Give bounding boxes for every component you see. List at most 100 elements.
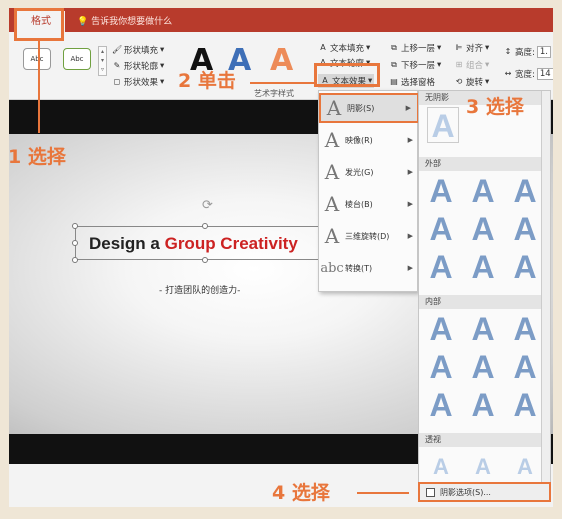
highlight-format-tab	[14, 8, 64, 41]
height-value[interactable]: 1.	[536, 46, 551, 58]
bevel-icon: A	[324, 192, 340, 216]
shadow-inner-option[interactable]: A	[509, 311, 541, 347]
resize-handle[interactable]	[202, 223, 208, 229]
selection-pane-label: 选择窗格	[401, 78, 436, 88]
wordart-style-orange[interactable]: A	[270, 46, 293, 76]
send-backward-button[interactable]: ⧉ 下移一层 ▾	[389, 59, 441, 71]
menu-item-transform[interactable]: abc 转换(T) ▶	[319, 253, 419, 283]
lightbulb-icon: 💡	[77, 17, 89, 27]
ribbon-tab-bar: 格式 💡 告诉我你想要做什么	[9, 8, 553, 32]
shadow-inner-option[interactable]: A	[467, 387, 499, 423]
align-button[interactable]: ⊫ 对齐 ▾	[454, 42, 490, 54]
width-field[interactable]: ↔ 宽度: 14	[503, 68, 553, 80]
shadow-outer-option[interactable]: A	[425, 211, 457, 247]
rotate-handle-icon[interactable]: ⟳	[202, 198, 213, 213]
selection-pane-button[interactable]: ▤ 选择窗格	[389, 76, 435, 88]
menu-item-bevel[interactable]: A 棱台(B) ▶	[319, 189, 419, 219]
outer-header: 外部	[419, 157, 544, 171]
wordart-group-label: 艺术字样式	[254, 89, 294, 98]
menu-item-3d-rotation-label: 三维旋转(D)	[345, 231, 390, 241]
rotate-label: 旋转	[466, 78, 484, 88]
slide-title-red: Group Creativity	[164, 234, 298, 253]
text-effects-menu: A 阴影(S) ▶ A 映像(R) ▶ A 发光(G) ▶ A 棱台(B) ▶ A 三维旋转(D)…	[318, 90, 419, 292]
shadow-inner-option[interactable]: A	[509, 387, 541, 423]
shape-effects-icon: ◻	[113, 77, 121, 86]
shadow-inner-option[interactable]: A	[467, 311, 499, 347]
shadow-options-item[interactable]: 阴影选项(S)...	[418, 482, 551, 502]
text-fill-icon: A	[320, 43, 326, 52]
shadow-none-option[interactable]: A	[427, 107, 459, 144]
resize-handle[interactable]	[202, 257, 208, 263]
send-backward-label: 下移一层	[401, 61, 436, 71]
shadow-inner-option[interactable]: A	[467, 349, 499, 385]
annotation-step2: 2 单击	[178, 70, 236, 92]
shadow-outer-option[interactable]: A	[467, 211, 499, 247]
shape-style-1[interactable]: Abc	[23, 48, 51, 70]
group-icon: ⊞	[455, 60, 463, 69]
shape-fill-label: 形状填充	[124, 46, 159, 56]
shadow-outer-option[interactable]: A	[509, 249, 541, 285]
annotation-step3: 3 选择	[466, 96, 524, 118]
shadow-inner-option[interactable]: A	[509, 349, 541, 385]
shape-style-scroll[interactable]: ▴ ▾ ▿	[98, 46, 107, 76]
shadow-outer-option[interactable]: A	[467, 249, 499, 285]
bring-forward-icon: ⧉	[391, 43, 397, 52]
leader-line-step1	[38, 41, 40, 133]
shadow-outer-option[interactable]: A	[467, 173, 499, 209]
shape-effects-button[interactable]: ◻ 形状效果 ▾	[112, 76, 165, 88]
height-field[interactable]: ↕ 高度: 1.	[503, 46, 551, 58]
width-icon: ↔	[504, 69, 512, 78]
shadow-options-icon	[426, 487, 435, 497]
3d-rotation-icon: A	[324, 224, 340, 248]
shape-outline-button[interactable]: ✎ 形状轮廓 ▾	[112, 60, 165, 72]
tell-me-box[interactable]: 💡 告诉我你想要做什么	[77, 14, 172, 27]
menu-item-reflection[interactable]: A 映像(R) ▶	[319, 125, 419, 155]
bring-forward-button[interactable]: ⧉ 上移一层 ▾	[389, 42, 441, 54]
shadow-outer-option[interactable]: A	[425, 249, 457, 285]
selection-pane-icon: ▤	[390, 77, 398, 86]
annotation-step4: 4 选择	[272, 482, 330, 504]
shadow-inner-option[interactable]: A	[425, 349, 457, 385]
paint-bucket-icon: 🖌	[112, 45, 123, 54]
leader-line-step4	[357, 492, 409, 494]
resize-handle[interactable]	[72, 223, 78, 229]
shape-style-2[interactable]: Abc	[63, 48, 91, 70]
shadow-perspective-option[interactable]: A	[509, 449, 541, 485]
shadow-inner-option[interactable]: A	[425, 311, 457, 347]
shape-fill-button[interactable]: 🖌 形状填充 ▾	[112, 44, 164, 56]
resize-handle[interactable]	[72, 240, 78, 246]
text-fill-button[interactable]: A 文本填充 ▾	[318, 42, 370, 54]
width-value[interactable]: 14	[536, 68, 553, 80]
shadow-options-label: 阴影选项(S)...	[440, 487, 491, 497]
group-button[interactable]: ⊞ 组合 ▾	[454, 59, 490, 71]
menu-item-bevel-label: 棱台(B)	[345, 199, 373, 209]
width-label: 宽度:	[515, 70, 535, 80]
glow-icon: A	[324, 160, 340, 184]
menu-item-shadow-label: 阴影(S)	[347, 103, 375, 113]
gallery-scrollbar[interactable]	[541, 91, 550, 489]
shadow-perspective-option[interactable]: A	[425, 449, 457, 485]
menu-item-glow-label: 发光(G)	[345, 167, 374, 177]
shadow-inner-option[interactable]: A	[425, 387, 457, 423]
transform-icon: abc	[320, 260, 344, 276]
inner-header: 内部	[419, 295, 544, 309]
menu-item-shadow[interactable]: A 阴影(S) ▶	[319, 93, 419, 123]
slide-title: Design a Group Creativity	[89, 234, 298, 254]
bring-forward-label: 上移一层	[401, 44, 436, 54]
shadow-perspective-option[interactable]: A	[467, 449, 499, 485]
menu-item-3d-rotation[interactable]: A 三维旋转(D) ▶	[319, 221, 419, 251]
resize-handle[interactable]	[72, 257, 78, 263]
highlight-text-effects	[314, 63, 380, 87]
shadow-outer-option[interactable]: A	[425, 173, 457, 209]
perspective-header: 透视	[419, 433, 544, 447]
shadow-outer-option[interactable]: A	[509, 173, 541, 209]
align-label: 对齐	[466, 44, 484, 54]
menu-item-glow[interactable]: A 发光(G) ▶	[319, 157, 419, 187]
tell-me-text: 告诉我你想要做什么	[91, 17, 173, 27]
shadow-gallery: 无阴影 A 外部 A A A A A A A A A 内部 A A A A A …	[418, 90, 551, 489]
rotate-button[interactable]: ⟲ 旋转 ▾	[454, 76, 490, 88]
height-label: 高度:	[515, 48, 535, 58]
shadow-outer-option[interactable]: A	[509, 211, 541, 247]
shadow-icon: A	[326, 96, 342, 120]
send-backward-icon: ⧉	[391, 60, 397, 69]
